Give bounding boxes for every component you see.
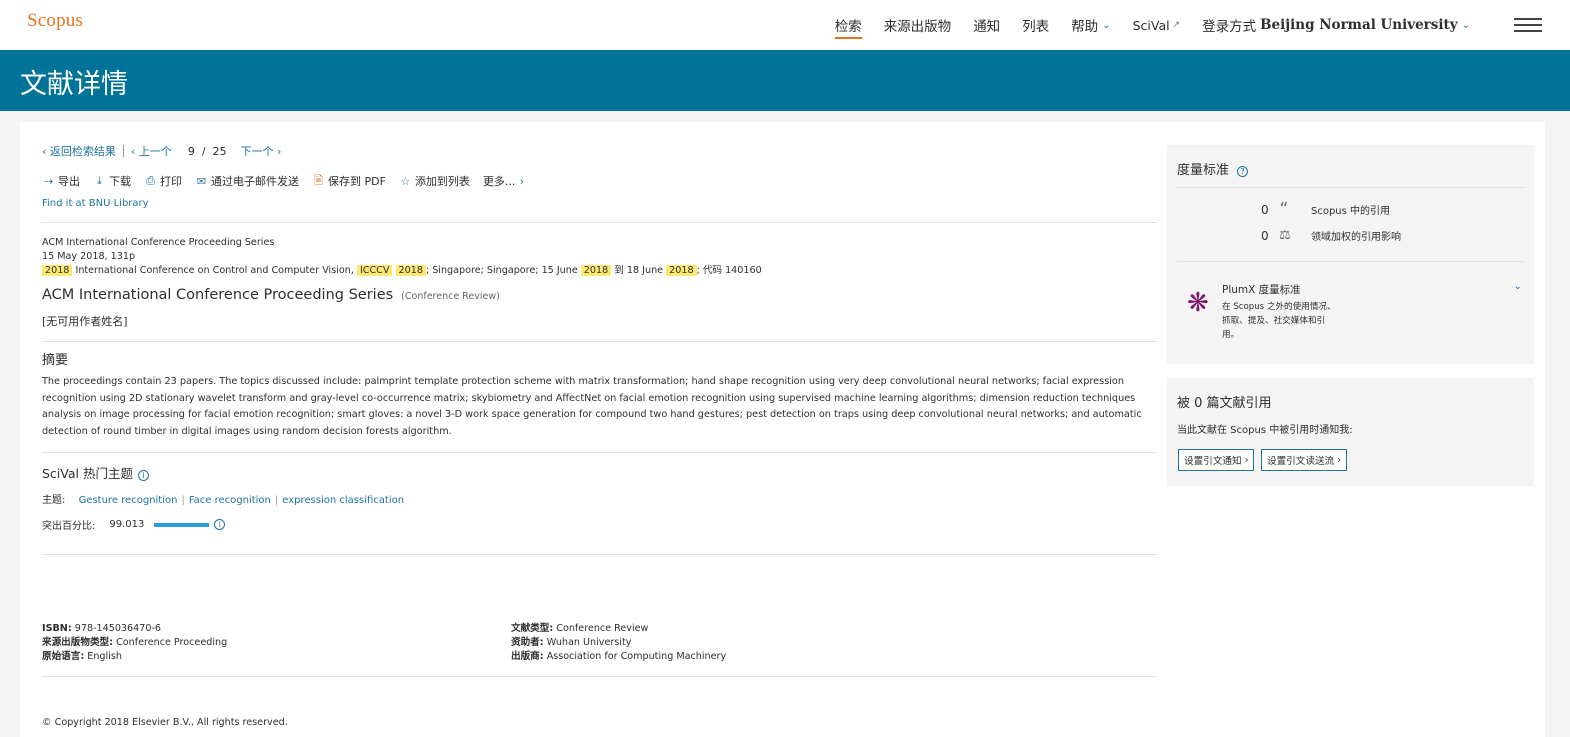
scival-topics: 主题: Gesture recognition | Face recognition… [42,495,405,506]
find-it-link[interactable]: Find it at BNU Library [42,198,149,209]
chevron-down-icon: ⌄ [1102,19,1111,31]
nav-help-label: 帮助 [1071,19,1099,35]
source-series: ACM International Conference Proceeding … [42,237,275,248]
quote-icon: “ [1279,199,1289,220]
email-icon: ✉ [196,174,207,188]
metrics-panel: 度量标准? 0 “ Scopus 中的引用 0 ⚖ 领域加权的引用影响 ❋ Pl… [1167,145,1534,364]
star-icon: ☆ [400,174,411,188]
nav-sources[interactable]: 来源出版物 [884,15,952,35]
more-button[interactable]: 更多... › [483,173,532,189]
metrics-heading: 度量标准? [1177,159,1249,178]
print-button[interactable]: ⎙ 打印 [144,173,182,189]
document-type-tag: (Conference Review) [401,291,500,302]
fwci-metric[interactable]: 0 ⚖ 领域加权的引用影响 [1261,228,1401,243]
page-title: 文献详情 [20,69,128,100]
save-pdf-button[interactable]: 🗎 保存到 PDF [312,173,386,189]
print-icon: ⎙ [146,174,155,187]
info-icon[interactable]: ? [1237,166,1249,177]
cited-by-notify-text: 当此文献在 Scopus 中被引用时通知我: [1177,425,1353,436]
divider [42,222,1157,223]
menu-icon[interactable] [1514,18,1542,32]
nav-alerts[interactable]: 通知 [973,15,1000,35]
page-banner: 文献详情 [0,50,1570,111]
prominence-label: 突出百分比: [42,521,96,532]
top-navbar: Scopus 检索 来源出版物 通知 列表 帮助 ⌄ SciVal ↗ 登录方式… [0,0,1570,50]
chevron-down-icon[interactable]: ⌄ [1514,281,1522,292]
cited-by-heading: 被 0 篇文献引用 [1177,396,1272,411]
nav-login[interactable]: 登录方式 Beijing Normal University ⌄ [1202,15,1470,35]
source-type-value: Conference Proceeding [116,637,228,648]
language-value: English [87,651,122,662]
source-date-pages: 15 May 2018, 131p [42,251,136,262]
conference-info: 2018 International Conference on Control… [42,264,762,278]
topic-link[interactable]: Gesture recognition [79,495,178,506]
prominence-value: 99.013 [109,519,145,530]
sponsor-value: Wuhan University [546,637,632,648]
back-to-results-link[interactable]: ‹ 返回检索结果 [42,143,116,159]
next-link[interactable]: 下一个 › [241,143,282,159]
nav-help[interactable]: 帮助 ⌄ [1071,15,1110,35]
copyright: © Copyright 2018 Elsevier B.V., All righ… [42,717,288,728]
nav-scival[interactable]: SciVal ↗ [1133,18,1181,33]
details-left-column: ISBN: 978-145036470-6 来源出版物类型: Conferenc… [42,623,228,662]
abstract-heading: 摘要 [42,353,69,368]
chevron-down-icon: ⌄ [1461,19,1470,31]
authors: [无可用作者姓名] [42,315,128,328]
plumx-title[interactable]: PlumX 度量标准 [1222,282,1301,297]
chevron-right-icon: › [519,174,525,188]
login-prefix: 登录方式 [1202,19,1257,35]
nav-lists[interactable]: 列表 [1022,15,1049,35]
prominence-percentile: 突出百分比: 99.013 i [42,517,226,532]
details-right-column: 文献类型: Conference Review 资助者: Wuhan Unive… [511,623,727,662]
set-citation-alert-button[interactable]: 设置引文通知 › [1178,449,1255,471]
nav-scival-label: SciVal [1132,17,1170,33]
nav-search[interactable]: 检索 [834,15,862,39]
export-button[interactable]: ⇢ 导出 [42,173,80,189]
divider [42,452,1157,453]
result-position: 9 / 25 [187,144,227,158]
download-icon: ⤓ [97,174,102,187]
divider [42,554,1157,555]
topic-link[interactable]: expression classification [282,495,404,506]
previous-link[interactable]: ‹ 上一个 [131,143,172,159]
isbn-value: 978-145036470-6 [74,623,162,634]
plumx-description: 在 Scopus 之外的使用情况、抓取、提及、社交媒体和引用。 [1222,302,1336,340]
document-details-card: ‹ 返回检索结果 ‹ 上一个 9 / 25 下一个 › ⇢ 导出 ⤓ 下载 ⎙ 打印 … [20,122,1545,737]
export-icon: ⇢ [43,174,54,188]
abstract-text: The proceedings contain 23 papers. The t… [42,376,1142,437]
scale-icon: ⚖ [1279,228,1291,243]
download-button[interactable]: ⤓ 下载 [93,173,131,189]
scival-heading: SciVal 热门主题 i [42,463,149,482]
main-nav: 检索 来源出版物 通知 列表 帮助 ⌄ SciVal ↗ 登录方式 Beijin… [813,0,1542,50]
info-icon[interactable]: i [214,519,226,530]
add-to-list-button[interactable]: ☆ 添加到列表 [399,173,470,189]
source-metadata: ACM International Conference Proceeding … [42,236,762,278]
set-citation-feed-button[interactable]: 设置引文读送流 › [1261,449,1348,471]
document-toolbar: ⇢ 导出 ⤓ 下载 ⎙ 打印 ✉ 通过电子邮件发送 🗎 保存到 PDF ☆ 添加到列表 更多… [42,173,544,189]
divider [42,341,1157,342]
external-link-icon: ↗ [1172,20,1181,30]
cited-by-panel: 被 0 篇文献引用 当此文献在 Scopus 中被引用时通知我: 设置引文通知 … [1167,378,1534,486]
divider [42,676,1157,677]
login-institution: Beijing Normal University [1260,17,1458,33]
prominence-bar [154,522,210,527]
topics-label: 主题: [42,495,66,506]
document-title: ACM International Conference Proceeding … [42,287,500,303]
result-pager: ‹ 返回检索结果 ‹ 上一个 9 / 25 下一个 › [42,143,281,159]
info-icon[interactable]: i [137,470,149,481]
publisher-value: Association for Computing Machinery [546,651,727,662]
pdf-icon: 🗎 [314,173,323,187]
scopus-logo[interactable]: Scopus [27,10,83,32]
topic-link[interactable]: Face recognition [189,495,271,506]
email-button[interactable]: ✉ 通过电子邮件发送 [195,173,299,189]
plumx-icon: ❋ [1187,288,1209,318]
doc-type-value: Conference Review [556,623,649,634]
citations-metric[interactable]: 0 “ Scopus 中的引用 [1261,199,1390,220]
